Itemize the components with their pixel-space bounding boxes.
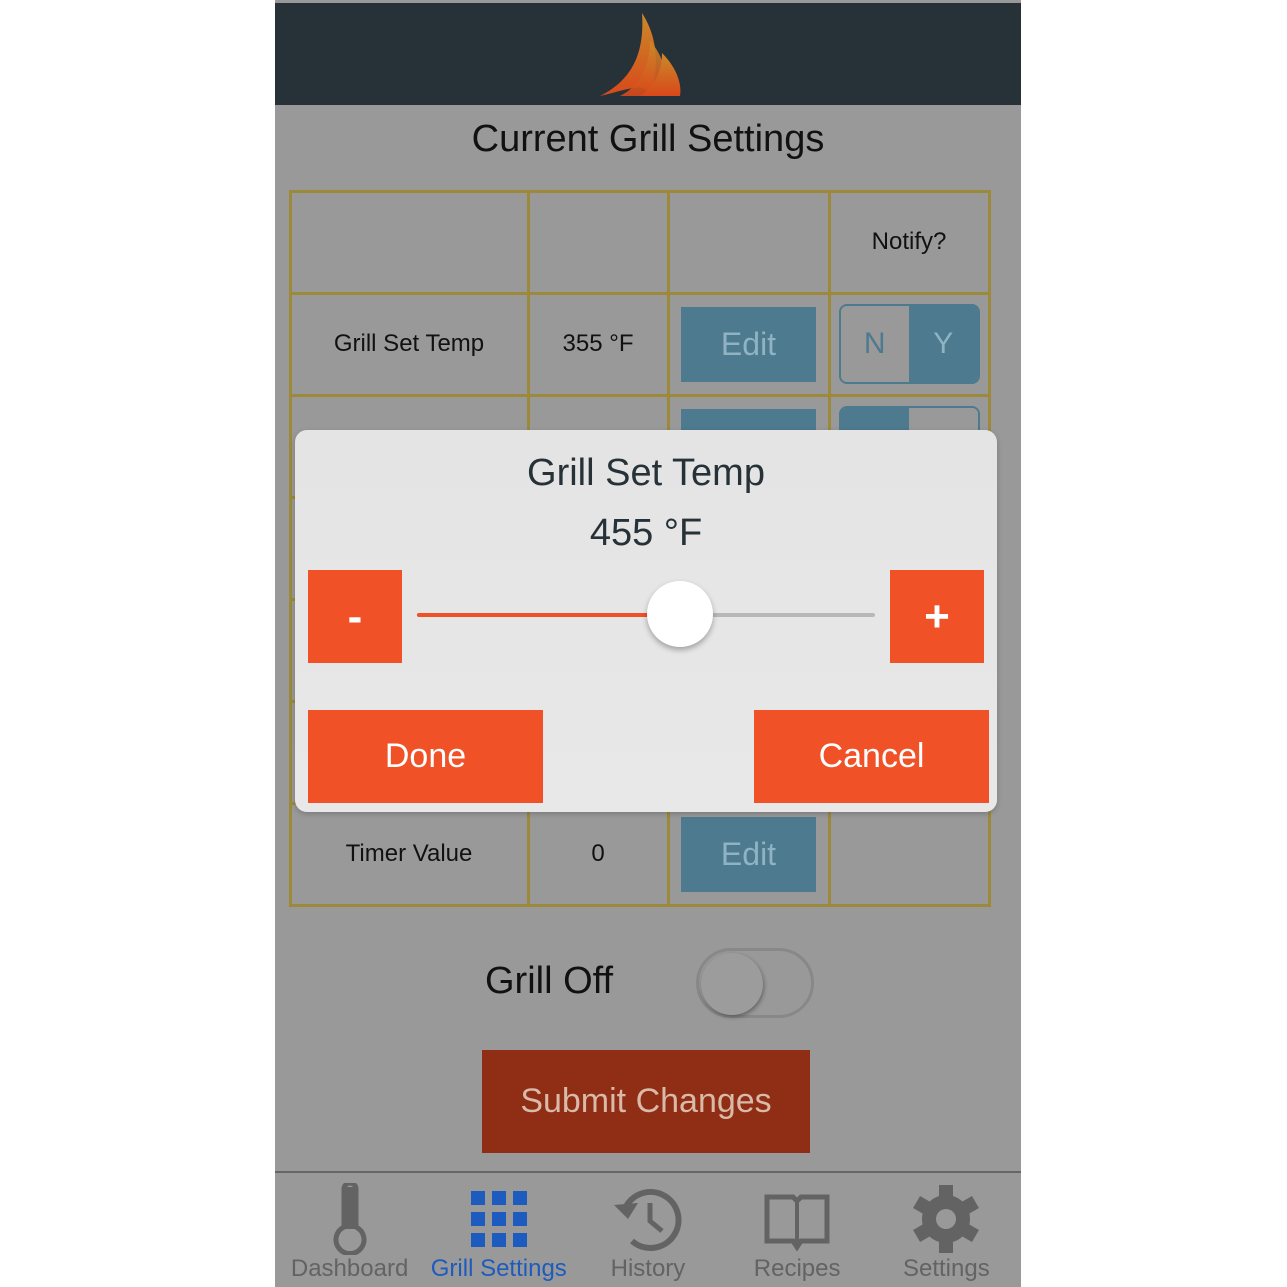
book-icon <box>764 1194 830 1252</box>
table-row: Grill Set Temp 355 °F Edit NY <box>288 291 1001 397</box>
grill-off-label: Grill Off <box>485 960 614 1002</box>
tab-settings[interactable]: Settings <box>872 1173 1021 1287</box>
dialog-value: 455 °F <box>589 512 703 554</box>
phone-screen: Current Grill Settings Notify? Grill Set… <box>275 0 1021 1287</box>
table-row: Timer Value 0 Edit <box>288 801 1001 907</box>
increment-button[interactable]: + <box>890 570 984 663</box>
flame-logo <box>600 13 681 96</box>
row-label: Grill Set Temp <box>288 291 530 397</box>
grill-power-switch[interactable] <box>696 948 814 1018</box>
edit-temp-dialog: Grill Set Temp 455 °F - + Done Cancel <box>295 430 997 812</box>
switch-knob[interactable] <box>701 953 763 1015</box>
cancel-button[interactable]: Cancel <box>754 710 989 803</box>
slider-thumb[interactable] <box>646 581 713 647</box>
row-label: Timer Value <box>288 801 530 907</box>
temp-slider[interactable] <box>417 581 875 647</box>
notify-toggle[interactable]: NY <box>838 304 980 384</box>
submit-changes-button[interactable]: Submit Changes <box>482 1050 810 1153</box>
app-header <box>275 0 1021 105</box>
tab-recipes[interactable]: Recipes <box>723 1173 872 1287</box>
tab-bar: Dashboard Grill Settings History Recipes… <box>275 1171 1021 1287</box>
row-value: 0 <box>526 801 670 907</box>
gear-icon <box>913 1185 980 1253</box>
edit-button[interactable]: Edit <box>681 816 816 892</box>
decrement-button[interactable]: - <box>308 570 402 663</box>
tab-history[interactable]: History <box>573 1173 722 1287</box>
tab-grill-settings[interactable]: Grill Settings <box>424 1173 573 1287</box>
edit-button[interactable]: Edit <box>681 306 816 382</box>
row-value: 355 °F <box>526 291 670 397</box>
notify-n[interactable]: N <box>840 306 909 382</box>
thermometer-icon <box>333 1183 367 1255</box>
page-title: Current Grill Settings <box>471 118 825 160</box>
history-icon <box>613 1189 682 1251</box>
dialog-title: Grill Set Temp <box>527 452 765 494</box>
table-header-row: Notify? <box>288 189 1001 295</box>
tab-dashboard[interactable]: Dashboard <box>275 1173 424 1287</box>
notify-y[interactable]: Y <box>909 306 978 382</box>
notify-header: Notify? <box>827 189 991 295</box>
done-button[interactable]: Done <box>308 710 543 803</box>
grid-icon <box>470 1191 527 1247</box>
slider-fill <box>417 613 680 617</box>
